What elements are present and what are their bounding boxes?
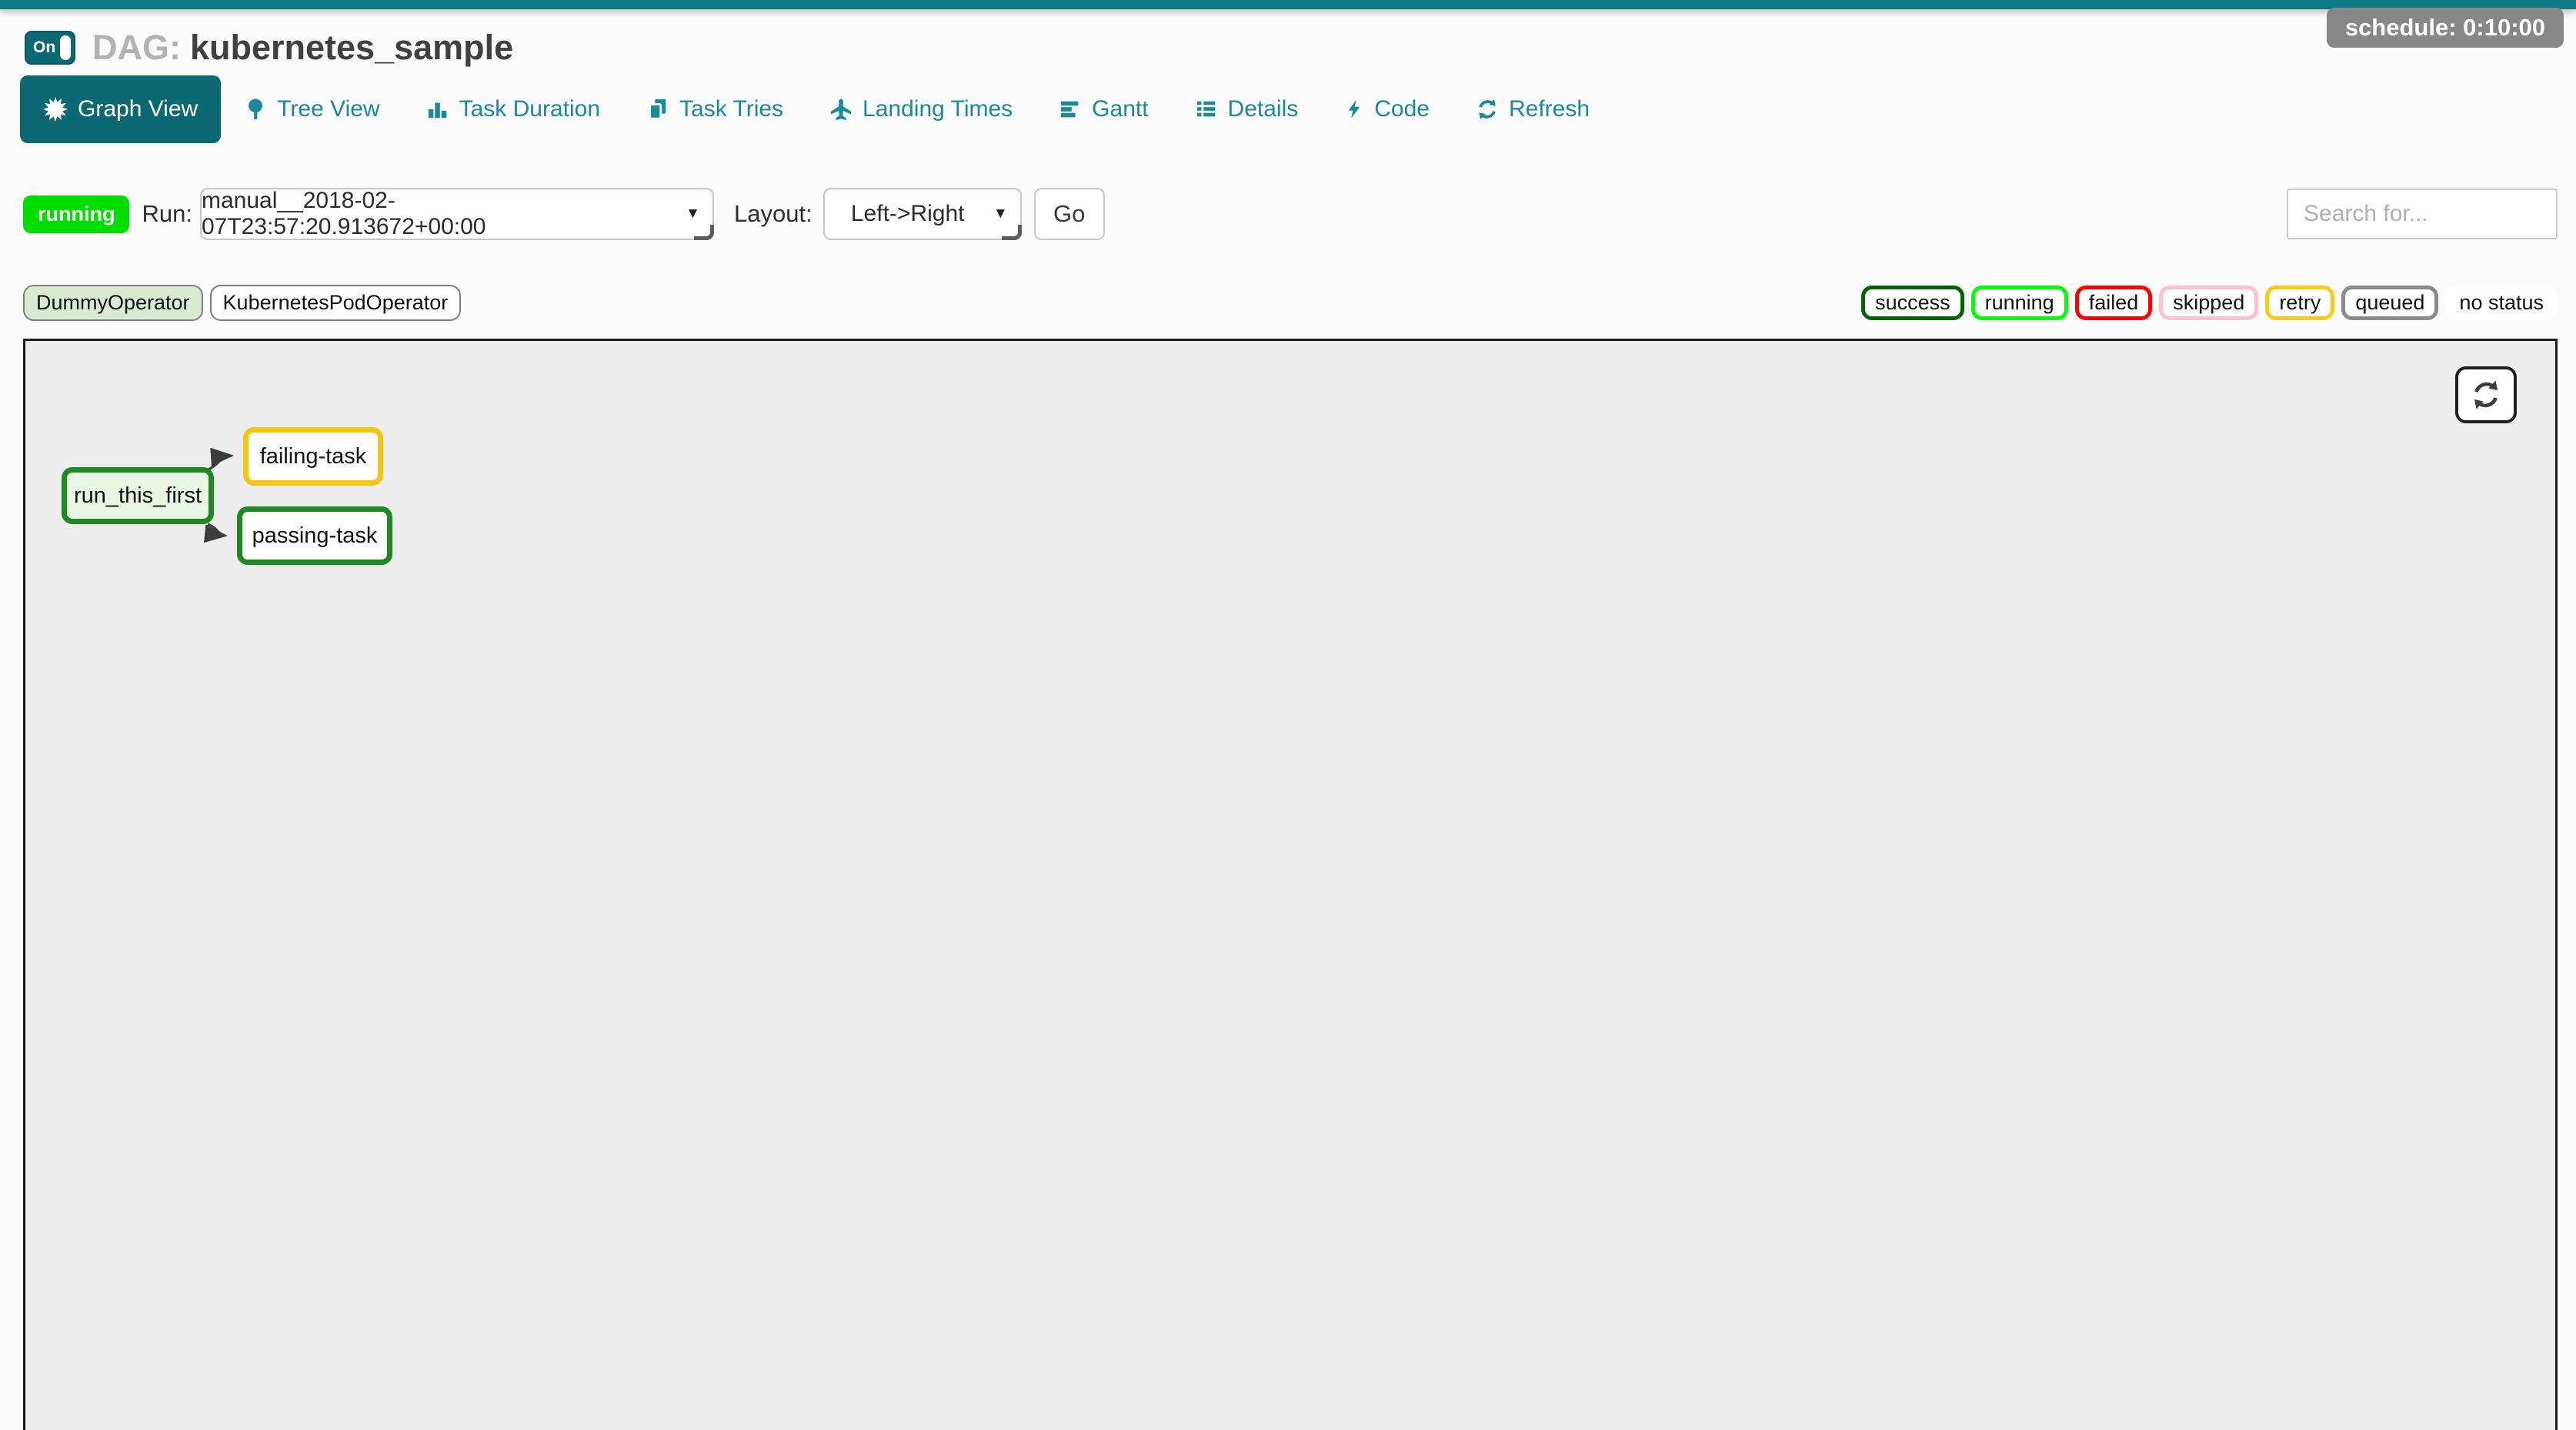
toggle-on-label: On: [33, 38, 55, 57]
refresh-icon: [2470, 378, 2502, 412]
search-input[interactable]: [2287, 189, 2558, 239]
run-label: Run:: [142, 200, 192, 228]
tree-icon: [244, 97, 267, 122]
tab-label: Refresh: [1509, 96, 1590, 122]
tab-label: Tree View: [277, 96, 379, 122]
status-legend-failed: failed: [2075, 286, 2153, 320]
task-node-run_this_first[interactable]: run_this_first: [62, 467, 214, 524]
tab-code[interactable]: Code: [1321, 75, 1453, 143]
tab-gantt[interactable]: Gantt: [1036, 75, 1171, 143]
go-button[interactable]: Go: [1034, 188, 1105, 240]
tab-label: Gantt: [1092, 96, 1148, 122]
layout-select[interactable]: Left->Right ▼: [823, 188, 1022, 240]
tab-task-duration[interactable]: Task Duration: [403, 75, 623, 143]
graph-canvas[interactable]: run_this_first failing-task passing-task: [23, 339, 2558, 1430]
layout-select-value: Left->Right: [851, 201, 965, 227]
status-legend-no-status: no status: [2445, 286, 2558, 320]
align-left-icon: [1059, 97, 1082, 122]
operator-legend-dummyoperator: DummyOperator: [23, 285, 203, 321]
dag-on-off-toggle[interactable]: On: [25, 31, 75, 65]
task-node-failing-task[interactable]: failing-task: [243, 427, 383, 486]
status-legend-success: success: [1861, 286, 1964, 320]
tab-tree-view[interactable]: Tree View: [221, 75, 402, 143]
status-legend-skipped: skipped: [2159, 286, 2258, 320]
edge-run_this_first-passing-task: [208, 524, 225, 536]
view-tabs: Graph View Tree View Task Duration Task …: [20, 75, 1613, 143]
run-controls: running Run: manual__2018-02-07T23:57:20…: [23, 188, 2558, 240]
select-corner-notch: [1002, 225, 1022, 240]
tab-task-tries[interactable]: Task Tries: [623, 75, 806, 143]
dag-edges: [25, 341, 2555, 1430]
status-legend-retry: retry: [2265, 286, 2334, 320]
bolt-icon: [1344, 97, 1364, 122]
status-legend-running: running: [1971, 286, 2068, 320]
status-legend: success running failed skipped retry que…: [1861, 286, 2558, 320]
tab-label: Task Tries: [679, 96, 783, 122]
sunburst-icon: [43, 97, 68, 122]
dag-prefix-label: DAG:: [92, 28, 181, 67]
tab-landing-times[interactable]: Landing Times: [806, 75, 1036, 143]
tab-label: Details: [1228, 96, 1299, 122]
operator-legend-kubernetespodoperator: KubernetesPodOperator: [210, 285, 462, 321]
tab-refresh[interactable]: Refresh: [1453, 75, 1613, 143]
tab-label: Task Duration: [459, 96, 600, 122]
caret-down-icon: ▼: [686, 205, 700, 222]
edge-run_this_first-failing-task: [206, 456, 232, 470]
tab-label: Graph View: [78, 96, 198, 122]
run-select[interactable]: manual__2018-02-07T23:57:20.913672+00:00…: [200, 188, 714, 240]
task-node-passing-task[interactable]: passing-task: [237, 506, 392, 565]
tab-details[interactable]: Details: [1172, 75, 1322, 143]
dag-name: kubernetes_sample: [190, 28, 513, 67]
copy-pages-icon: [646, 97, 669, 122]
tab-label: Code: [1374, 96, 1430, 122]
bar-chart-icon: [426, 97, 449, 122]
status-legend-queued: queued: [2341, 286, 2438, 320]
page-header: On DAG:kubernetes_sample: [25, 28, 513, 68]
list-icon: [1195, 97, 1218, 122]
refresh-icon: [1476, 97, 1499, 122]
page-title: DAG:kubernetes_sample: [92, 28, 513, 68]
graph-refresh-button[interactable]: [2455, 366, 2517, 423]
dag-run-status-badge: running: [23, 195, 129, 233]
plane-icon: [829, 97, 853, 122]
caret-down-icon: ▼: [993, 205, 1008, 222]
tab-graph-view[interactable]: Graph View: [20, 75, 221, 143]
run-select-value: manual__2018-02-07T23:57:20.913672+00:00: [202, 188, 679, 240]
select-corner-notch: [694, 225, 714, 240]
toggle-knob[interactable]: [60, 35, 71, 60]
top-accent-bar: [0, 0, 2576, 9]
tab-label: Landing Times: [863, 96, 1013, 122]
layout-label: Layout:: [734, 200, 813, 228]
legend-row: DummyOperator KubernetesPodOperator succ…: [23, 285, 2558, 321]
schedule-badge: schedule: 0:10:00: [2327, 8, 2564, 48]
